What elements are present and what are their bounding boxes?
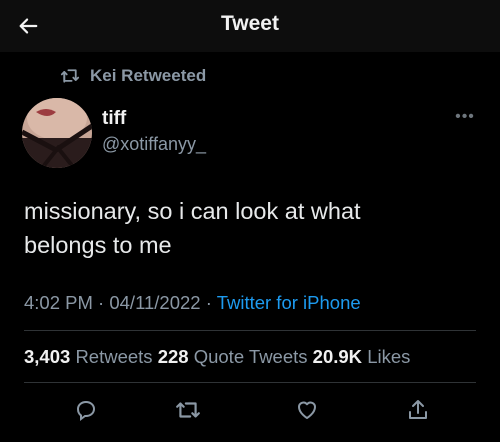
author-name[interactable]: tiff [102, 108, 126, 130]
likes-count: 20.9K [312, 346, 363, 367]
action-bar [0, 390, 500, 430]
retweet-context[interactable]: Kei Retweeted [60, 64, 206, 88]
tweet-source[interactable]: Twitter for iPhone [217, 292, 361, 313]
retweet-icon [176, 402, 200, 418]
tweet-stats: 3,403 Retweets 228 Quote Tweets 20.9K Li… [24, 346, 410, 368]
like-icon [298, 401, 316, 419]
likes-label: Likes [367, 346, 411, 367]
tweet-text: missionary, so i can look at what belong… [24, 194, 464, 262]
retweets-stat[interactable]: 3,403 Retweets [24, 346, 153, 367]
page-title: Tweet [221, 12, 279, 35]
top-bar: Tweet [0, 0, 500, 52]
divider [24, 382, 476, 383]
more-icon: ••• [455, 108, 475, 125]
tweet-text-line-2: belongs to me [24, 232, 172, 258]
tweet-time[interactable]: 4:02 PM [24, 292, 93, 313]
tweet-date[interactable]: 04/11/2022 [109, 292, 200, 313]
divider [24, 330, 476, 331]
reply-icon [76, 400, 96, 421]
retweet-button[interactable] [174, 396, 202, 424]
retweet-context-label: Kei Retweeted [90, 66, 207, 85]
likes-stat[interactable]: 20.9K Likes [313, 346, 411, 367]
retweets-count: 3,403 [24, 346, 71, 367]
tweet-text-line-1: missionary, so i can look at what [24, 198, 361, 224]
share-button[interactable] [404, 396, 432, 424]
reply-button[interactable] [72, 396, 100, 424]
share-icon [409, 400, 427, 419]
author-handle[interactable]: @xotiffanyy_ [102, 134, 206, 155]
quotes-label: Quote Tweets [193, 346, 308, 367]
retweets-label: Retweets [75, 346, 153, 367]
more-button[interactable]: ••• [452, 108, 478, 128]
tweet-meta: 4:02 PM · 04/11/2022 · Twitter for iPhon… [24, 292, 361, 313]
quotes-count: 228 [157, 346, 189, 367]
avatar[interactable] [22, 98, 92, 168]
avatar-photo [22, 98, 92, 168]
retweet-icon [60, 69, 80, 83]
quotes-stat[interactable]: 228 Quote Tweets [158, 346, 308, 367]
like-button[interactable] [293, 396, 321, 424]
